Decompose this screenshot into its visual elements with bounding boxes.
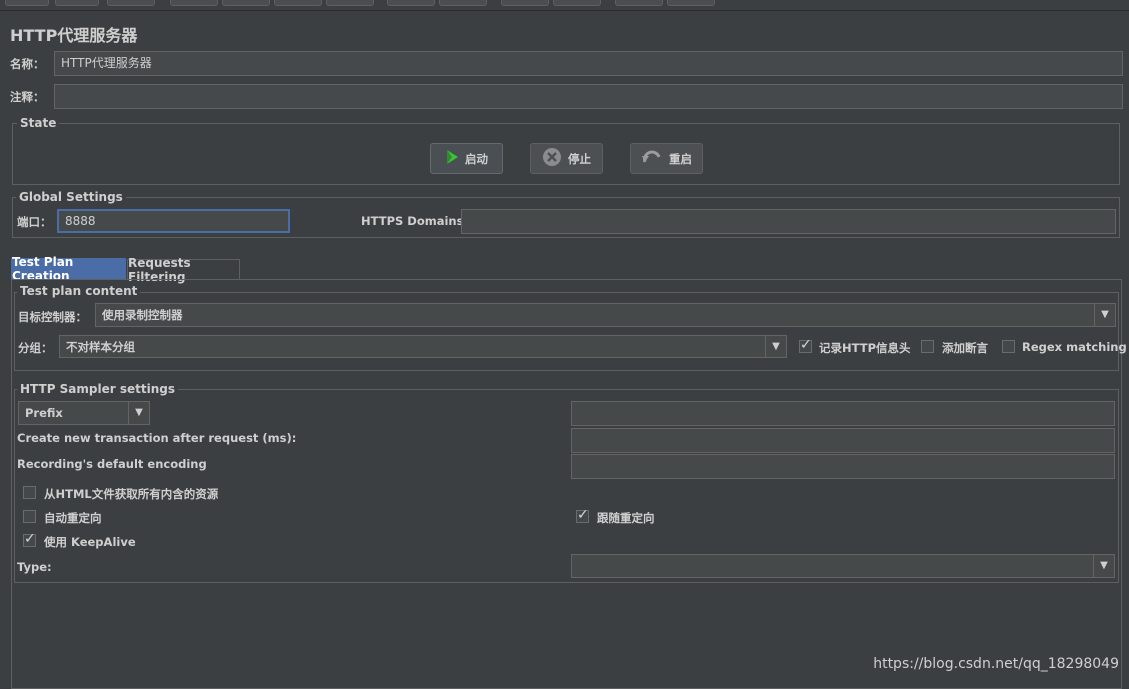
keepalive-checkbox[interactable] — [23, 531, 36, 547]
auto-redirect-label: 自动重定向 — [44, 511, 102, 525]
tab-requests-filtering[interactable]: Requests Filtering — [127, 256, 240, 284]
toolbar-button[interactable] — [107, 0, 155, 6]
global-settings-legend: Global Settings — [16, 190, 126, 204]
chevron-down-icon[interactable]: ▼ — [128, 402, 149, 424]
toolbar-button[interactable] — [667, 0, 715, 6]
https-domains-label: HTTPS Domains: — [361, 214, 469, 228]
toolbar-button[interactable] — [55, 0, 99, 6]
port-field[interactable]: 8888 — [57, 209, 290, 233]
toolbar-button[interactable] — [439, 0, 487, 6]
comment-field[interactable] — [54, 84, 1123, 109]
target-controller-label: 目标控制器： — [18, 310, 87, 324]
http-sampler-settings-legend: HTTP Sampler settings — [17, 382, 178, 396]
restart-button[interactable]: 重启 — [630, 143, 703, 174]
grouping-value: 不对样本分组 — [66, 340, 135, 354]
toolbar-button[interactable] — [5, 0, 49, 6]
toolbar-button[interactable] — [222, 0, 270, 6]
toolbar-button[interactable] — [387, 0, 435, 6]
name-field[interactable]: HTTP代理服务器 — [54, 51, 1123, 76]
tab-test-plan-creation[interactable]: Test Plan Creation — [11, 255, 126, 283]
restart-icon — [641, 148, 663, 169]
encoding-field[interactable] — [571, 454, 1115, 479]
add-assertions-checkbox[interactable] — [921, 340, 934, 353]
transaction-field[interactable] — [571, 428, 1115, 453]
add-assertions-label: 添加断言 — [942, 341, 988, 355]
type-select[interactable]: ▼ — [571, 554, 1115, 578]
https-domains-field[interactable] — [461, 209, 1116, 234]
start-button-label: 启动 — [465, 151, 488, 166]
chevron-down-icon[interactable]: ▼ — [1093, 555, 1114, 577]
target-controller-value: 使用录制控制器 — [102, 308, 183, 322]
encoding-label: Recording's default encoding — [17, 457, 207, 471]
follow-redirect-checkbox[interactable] — [576, 507, 589, 523]
name-label: 名称： — [10, 57, 45, 71]
toolbar-button[interactable] — [274, 0, 322, 6]
toolbar-button[interactable] — [615, 0, 663, 6]
type-label: Type: — [17, 560, 52, 574]
state-legend: State — [17, 116, 60, 130]
page-title: HTTP代理服务器 — [10, 26, 138, 45]
record-headers-label: 记录HTTP信息头 — [819, 341, 911, 355]
restart-button-label: 重启 — [669, 151, 692, 166]
regex-matching-checkbox[interactable] — [1002, 340, 1015, 353]
stop-icon — [542, 147, 562, 170]
record-headers-checkbox[interactable] — [799, 337, 812, 353]
fetch-resources-label: 从HTML文件获取所有内含的资源 — [44, 487, 219, 501]
toolbar-button[interactable] — [501, 0, 549, 6]
chevron-down-icon[interactable]: ▼ — [1094, 304, 1115, 326]
play-icon — [445, 149, 459, 168]
chevron-down-icon[interactable]: ▼ — [765, 336, 786, 357]
toolbar-divider — [0, 10, 1129, 11]
watermark: https://blog.csdn.net/qq_18298049 — [873, 656, 1119, 672]
fetch-resources-checkbox[interactable] — [23, 486, 36, 499]
prefix-select[interactable]: Prefix ▼ — [18, 401, 150, 425]
toolbar-button[interactable] — [326, 0, 374, 6]
regex-matching-label: Regex matching — [1022, 340, 1127, 354]
test-plan-content-legend: Test plan content — [17, 284, 141, 298]
toolbar-button[interactable] — [553, 0, 601, 6]
keepalive-label: 使用 KeepAlive — [44, 535, 136, 549]
prefix-field[interactable] — [571, 401, 1115, 426]
grouping-select[interactable]: 不对样本分组 ▼ — [59, 335, 787, 358]
target-controller-select[interactable]: 使用录制控制器 ▼ — [95, 303, 1116, 327]
port-label: 端口： — [17, 215, 52, 229]
comment-label: 注释： — [10, 90, 45, 104]
start-button[interactable]: 启动 — [430, 143, 503, 174]
stop-button[interactable]: 停止 — [530, 143, 603, 174]
auto-redirect-checkbox[interactable] — [23, 510, 36, 523]
stop-button-label: 停止 — [568, 151, 591, 166]
toolbar-button[interactable] — [170, 0, 218, 6]
transaction-label: Create new transaction after request (ms… — [17, 431, 297, 445]
prefix-value: Prefix — [25, 406, 63, 420]
follow-redirect-label: 跟随重定向 — [597, 511, 655, 525]
grouping-label: 分组： — [18, 341, 53, 355]
